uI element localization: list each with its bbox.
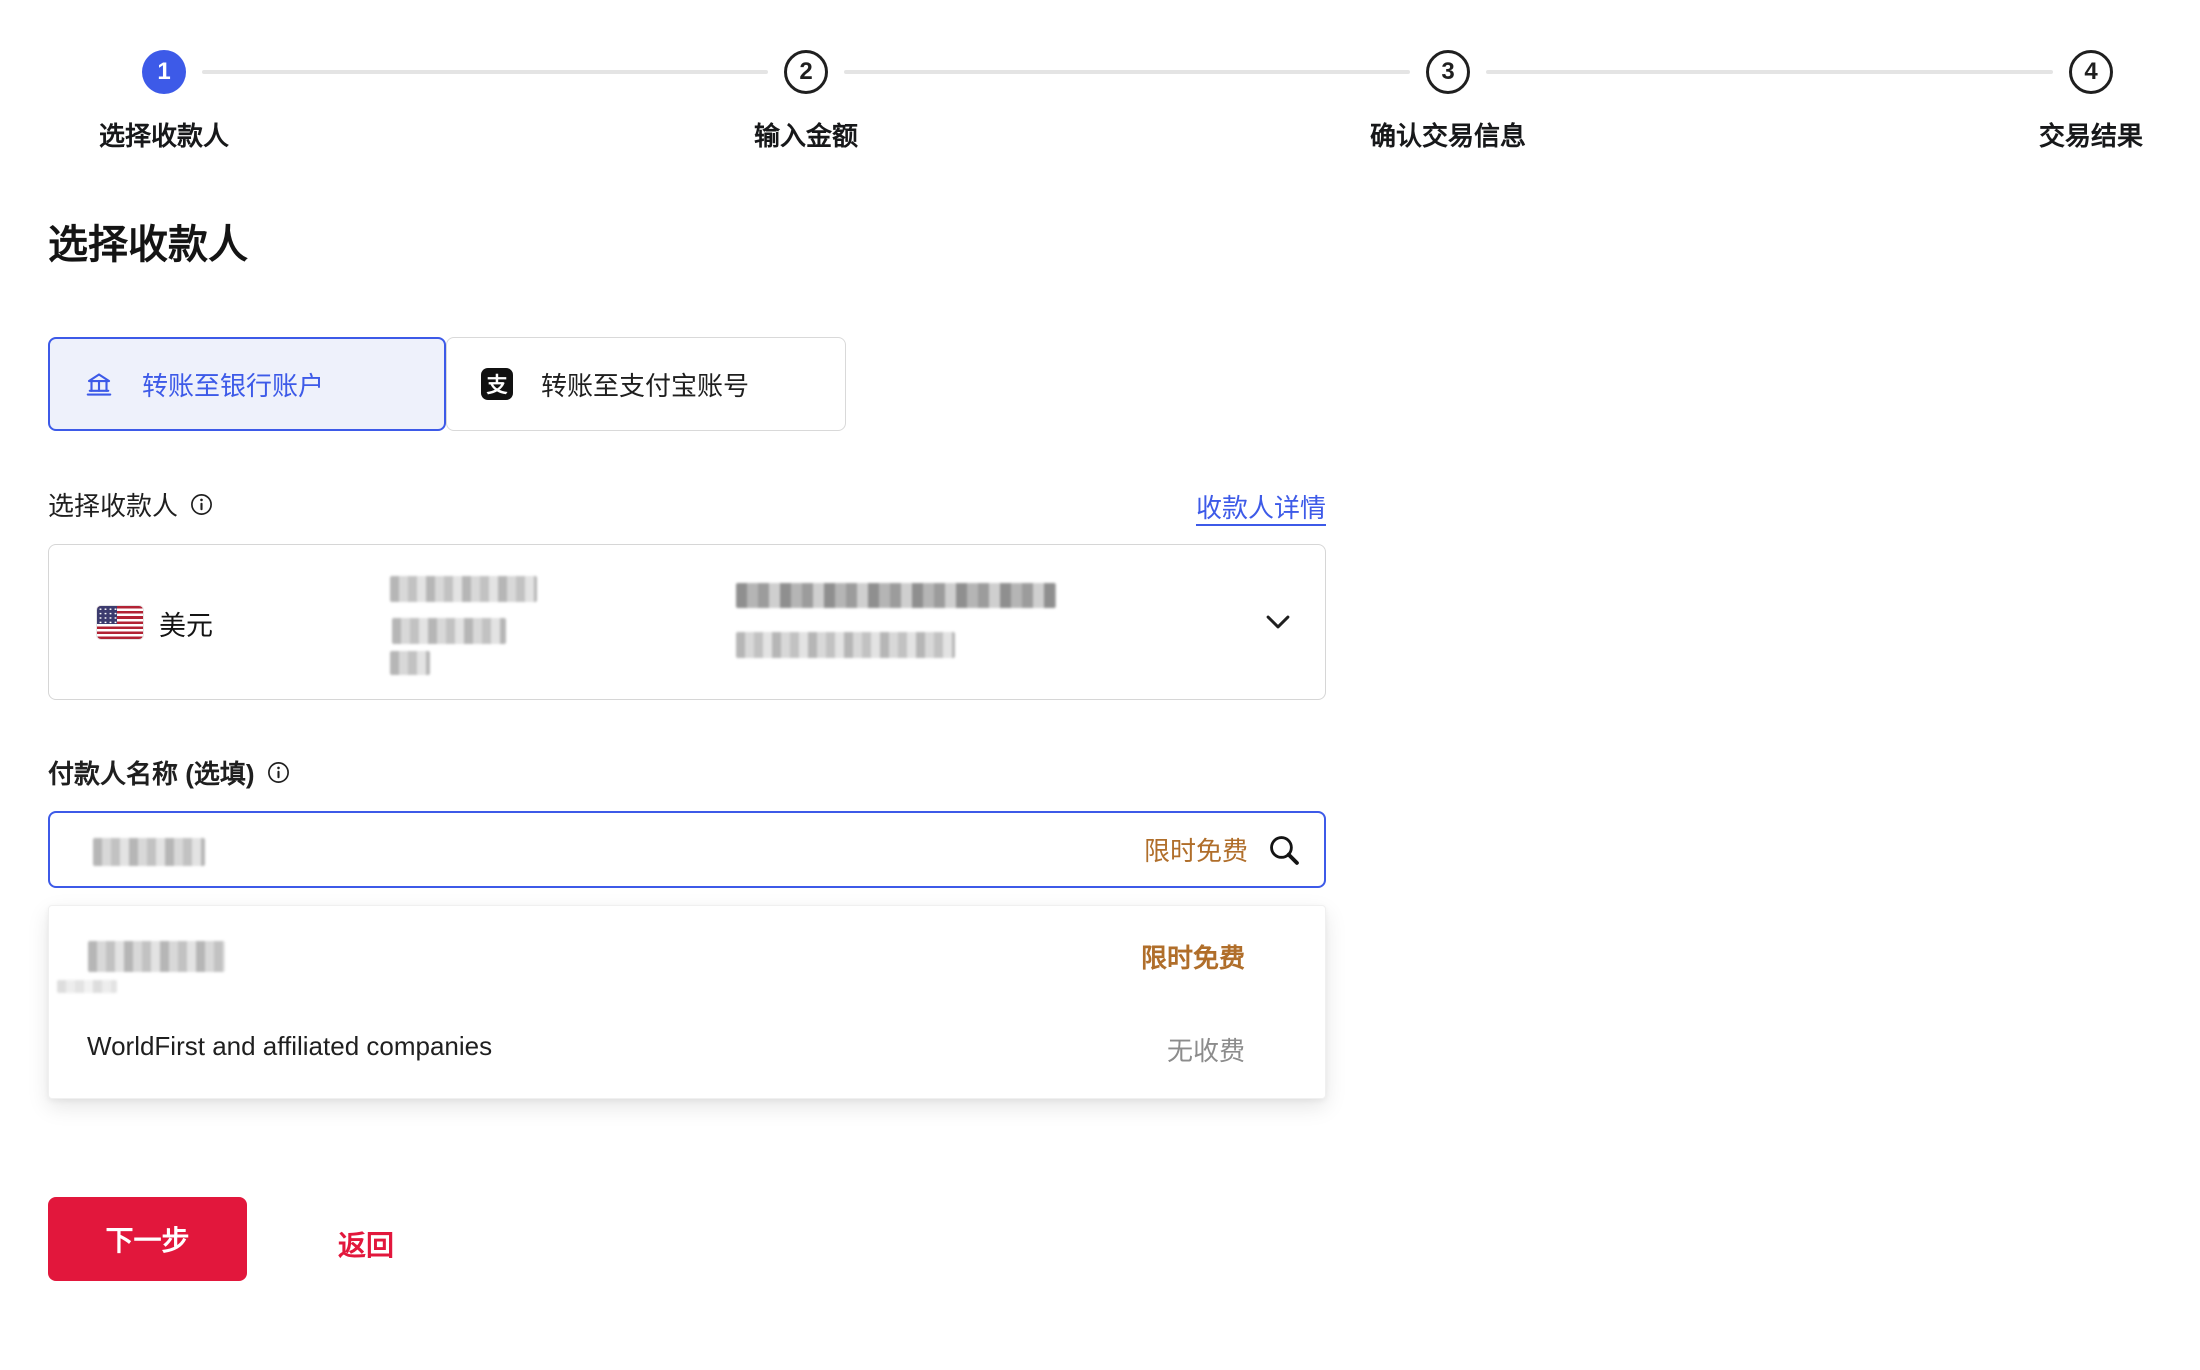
redacted-text — [88, 941, 225, 972]
step-line-1 — [202, 70, 768, 74]
step-line-3 — [1486, 70, 2053, 74]
redacted-text — [390, 576, 537, 602]
search-icon[interactable] — [1266, 832, 1302, 868]
suggestion-fee-badge: 限时免费 — [1141, 938, 1245, 975]
tab-bank-label: 转账至银行账户 — [142, 366, 324, 403]
recipient-section-header: 选择收款人 — [48, 486, 213, 523]
bank-icon — [84, 369, 114, 399]
back-link[interactable]: 返回 — [338, 1224, 394, 1264]
step-3-circle: 3 — [1426, 50, 1470, 94]
us-flag-icon — [97, 606, 143, 639]
redacted-text — [392, 618, 506, 644]
recipient-details-link[interactable]: 收款人详情 — [1196, 488, 1326, 525]
currency-label: 美元 — [159, 545, 213, 701]
step-line-2 — [844, 70, 1410, 74]
redacted-text — [93, 838, 205, 866]
step-1-number: 1 — [157, 58, 170, 86]
next-button[interactable]: 下一步 — [48, 1197, 247, 1281]
payer-section-label: 付款人名称 (选填) — [48, 754, 255, 791]
page-title: 选择收款人 — [48, 212, 248, 270]
step-3-label: 确认交易信息 — [1370, 116, 1526, 153]
step-4-number: 4 — [2084, 58, 2097, 86]
redacted-text — [390, 651, 430, 675]
step-4-label: 交易结果 — [2039, 116, 2143, 153]
step-2-circle: 2 — [784, 50, 828, 94]
suggestion-fee-none: 无收费 — [1167, 1031, 1245, 1068]
recipient-select[interactable]: 美元 — [48, 544, 1326, 700]
suggestion-row-worldfirst[interactable]: WorldFirst and affiliated companies 无收费 — [49, 1006, 1325, 1100]
step-3-number: 3 — [1441, 58, 1454, 86]
payer-name-input[interactable]: 限时免费 — [48, 811, 1326, 888]
fee-badge: 限时免费 — [1144, 831, 1248, 868]
alipay-icon-glyph: 支 — [487, 369, 508, 399]
redacted-text — [736, 583, 1056, 608]
tab-alipay-transfer[interactable]: 支 转账至支付宝账号 — [446, 337, 846, 431]
info-icon[interactable] — [190, 493, 213, 516]
suggestion-name: WorldFirst and affiliated companies — [87, 1031, 492, 1062]
tab-bank-transfer[interactable]: 转账至银行账户 — [48, 337, 446, 431]
chevron-down-icon[interactable] — [1261, 605, 1295, 639]
step-1-label: 选择收款人 — [99, 116, 229, 153]
recipient-section-label: 选择收款人 — [48, 486, 178, 523]
payer-suggestions-panel: 限时免费 WorldFirst and affiliated companies… — [48, 905, 1326, 1099]
redacted-text — [736, 632, 955, 658]
step-1-circle: 1 — [142, 50, 186, 94]
step-2-label: 输入金额 — [754, 116, 858, 153]
suggestion-row-redacted[interactable]: 限时免费 — [49, 906, 1325, 1006]
tab-alipay-label: 转账至支付宝账号 — [541, 366, 749, 403]
step-2-number: 2 — [799, 58, 812, 86]
alipay-icon: 支 — [481, 368, 513, 400]
payer-section-header: 付款人名称 (选填) — [48, 754, 290, 791]
step-4-circle: 4 — [2069, 50, 2113, 94]
transfer-page: 1 2 3 4 选择收款人 输入金额 确认交易信息 交易结果 选择收款人 — [0, 0, 2200, 1370]
info-icon[interactable] — [267, 761, 290, 784]
redacted-text — [57, 980, 117, 993]
